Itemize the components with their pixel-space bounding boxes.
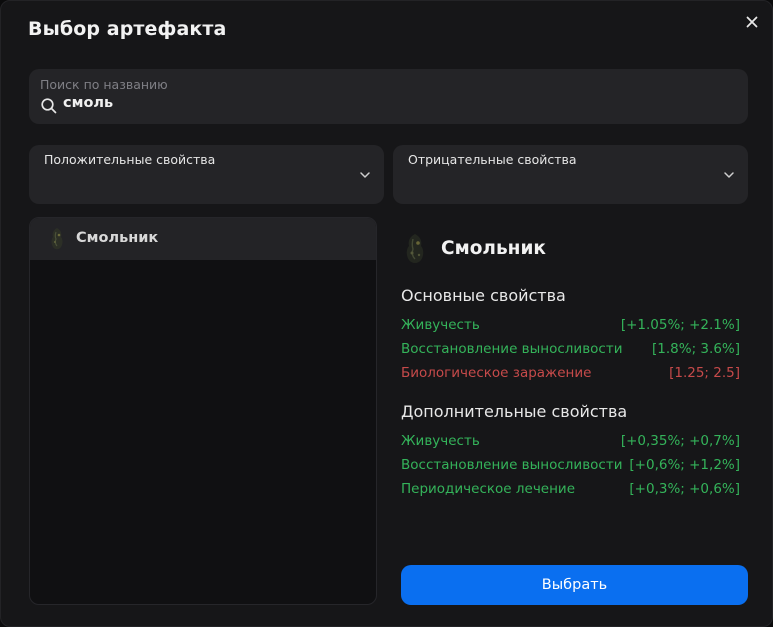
select-button[interactable]: Выбрать <box>401 565 748 605</box>
property-name: Восстановление выносливости <box>401 457 623 473</box>
artifact-icon <box>406 234 424 263</box>
list-item-label: Смольник <box>76 230 159 246</box>
extra-property-row: Восстановление выносливости [+0,6%; +1,2… <box>401 457 740 477</box>
property-value: [1.8%; 3.6%] <box>652 341 740 357</box>
artifact-select-modal: Выбор артефакта Поиск по названию Положи… <box>0 0 773 627</box>
property-name: Живучесть <box>401 317 480 333</box>
main-properties-title: Основные свойства <box>401 286 566 305</box>
search-input[interactable] <box>63 95 723 111</box>
extra-property-row: Живучесть [+0,35%; +0,7%] <box>401 433 740 453</box>
main-property-row: Биологическое заражение [1.25; 2.5] <box>401 365 740 385</box>
property-name: Восстановление выносливости <box>401 341 623 357</box>
property-value: [+1.05%; +2.1%] <box>620 317 740 333</box>
positive-properties-dropdown[interactable]: Положительные свойства <box>29 145 384 204</box>
property-value: [1.25; 2.5] <box>669 365 740 381</box>
artifact-list: Смольник <box>29 217 377 605</box>
property-name: Биологическое заражение <box>401 365 592 381</box>
search-field[interactable]: Поиск по названию <box>29 69 748 124</box>
artifact-name: Смольник <box>441 238 546 259</box>
extra-properties-title: Дополнительные свойства <box>401 402 628 421</box>
modal-title: Выбор артефакта <box>28 18 227 40</box>
extra-property-row: Периодическое лечение [+0,3%; +0,6%] <box>401 481 740 501</box>
negative-properties-dropdown[interactable]: Отрицательные свойства <box>393 145 748 204</box>
main-property-row: Восстановление выносливости [1.8%; 3.6%] <box>401 341 740 361</box>
chevron-down-icon <box>360 172 370 178</box>
main-property-row: Живучесть [+1.05%; +2.1%] <box>401 317 740 337</box>
search-placeholder: Поиск по названию <box>40 77 168 92</box>
artifact-icon <box>51 228 63 250</box>
property-value: [+0,35%; +0,7%] <box>620 433 740 449</box>
close-icon <box>746 16 758 28</box>
list-item[interactable]: Смольник <box>30 218 376 260</box>
property-value: [+0,3%; +0,6%] <box>629 481 740 497</box>
chevron-down-icon <box>724 172 734 178</box>
property-name: Периодическое лечение <box>401 481 576 497</box>
close-button[interactable] <box>741 11 763 33</box>
property-value: [+0,6%; +1,2%] <box>629 457 740 473</box>
search-icon <box>41 98 57 114</box>
positive-properties-label: Положительные свойства <box>44 152 216 167</box>
property-name: Живучесть <box>401 433 480 449</box>
negative-properties-label: Отрицательные свойства <box>408 152 577 167</box>
